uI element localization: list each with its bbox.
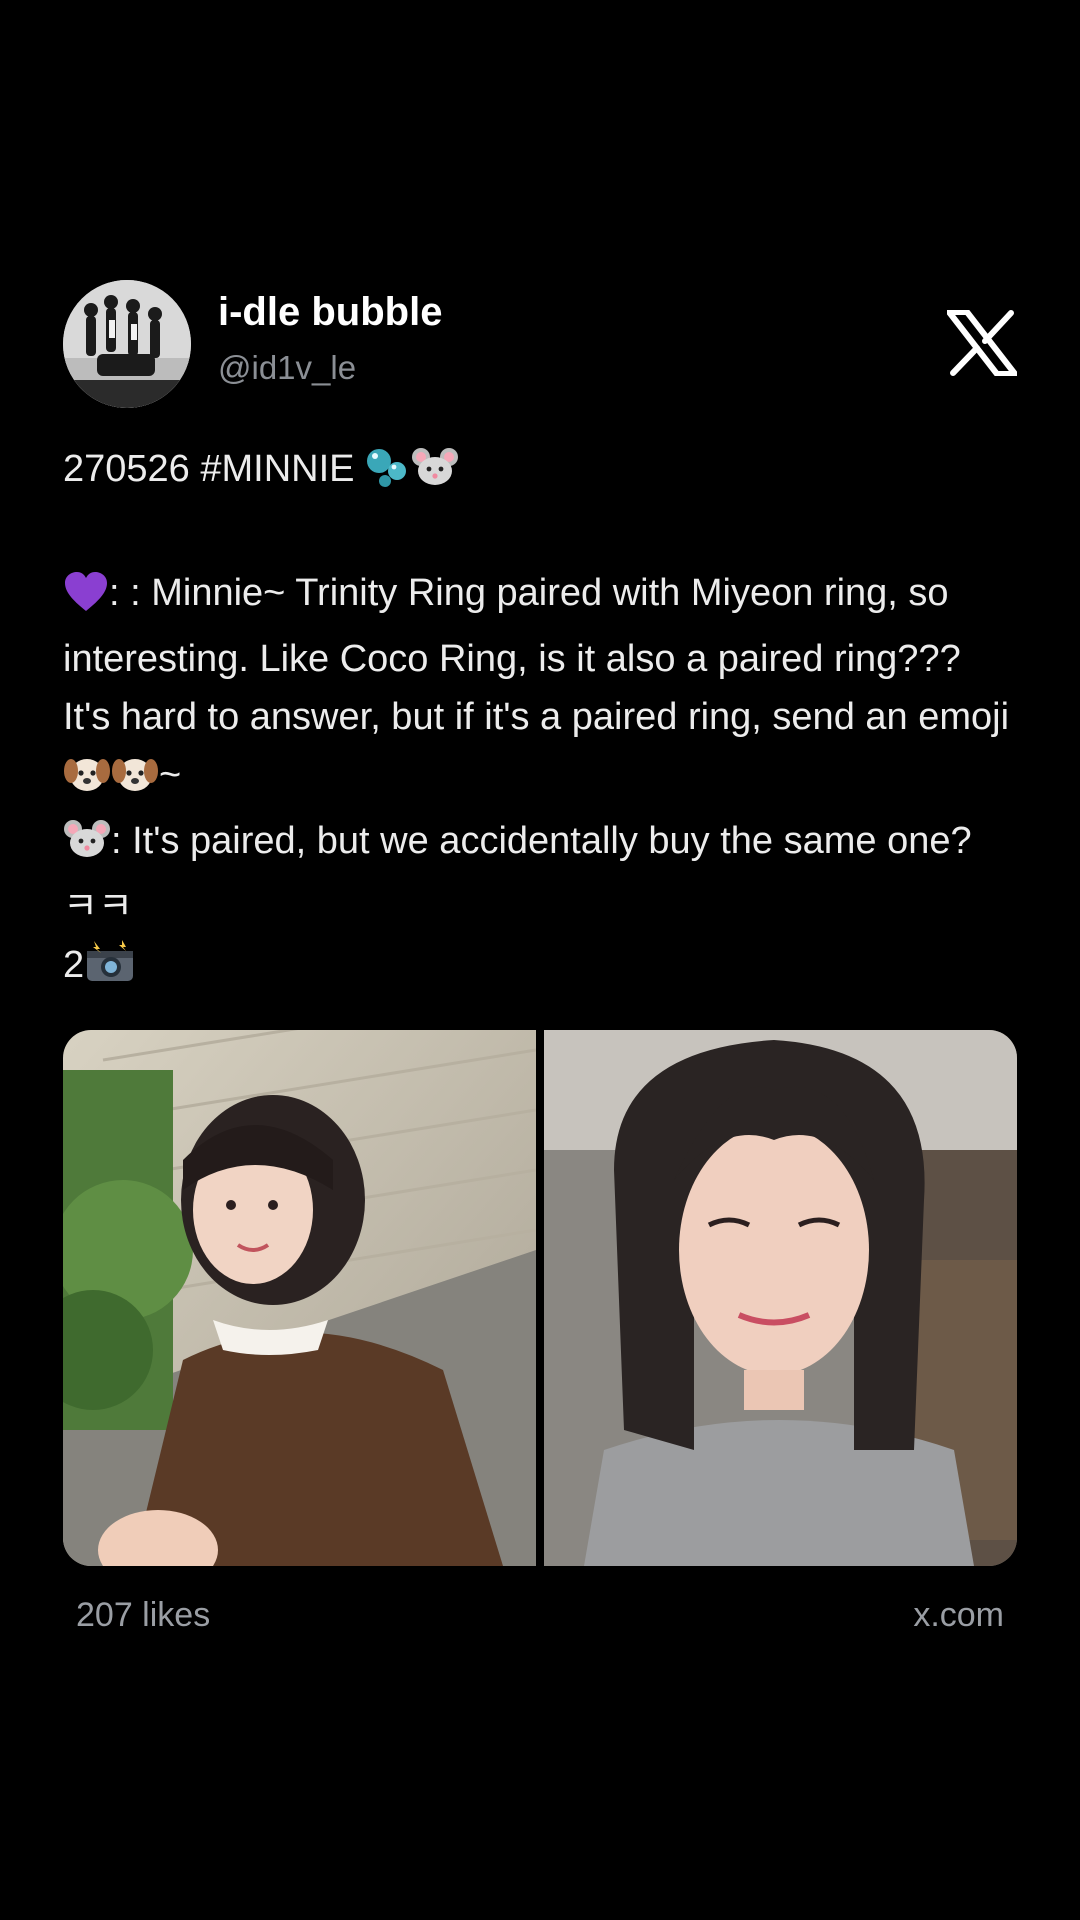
tweet-card[interactable]: i-dle bubble @id1v_le 270526 #MINNIE : :… (63, 280, 1018, 1566)
purple-heart-emoji (63, 571, 109, 630)
tweet-header: i-dle bubble @id1v_le (63, 280, 1018, 408)
media-grid (63, 1030, 1017, 1566)
dog-face-emoji (111, 751, 159, 812)
x-logo-icon[interactable] (946, 309, 1018, 377)
photo-2[interactable] (544, 1030, 1017, 1566)
camera-flash-emoji (84, 939, 136, 1002)
bubbles-emoji (365, 445, 411, 506)
mouse-face-emoji (411, 445, 459, 506)
tweet-line-tilde: ~ (159, 754, 182, 796)
account-handle[interactable]: @id1v_le (218, 346, 442, 390)
likes-count[interactable]: 207 likes (76, 1596, 210, 1635)
tweet-line-answer: : It's paired, but we accidentally buy t… (63, 820, 983, 928)
tweet-footer: 207 likes x.com (76, 1596, 1004, 1635)
tweet-body: 270526 #MINNIE : : Minnie~ Trinity Ring … (63, 440, 1017, 1002)
photo-1[interactable] (63, 1030, 536, 1566)
display-name[interactable]: i-dle bubble (218, 288, 442, 336)
mouse-face-emoji (63, 817, 111, 878)
avatar[interactable] (63, 280, 191, 408)
tweet-line-date: 270526 #MINNIE (63, 448, 366, 490)
source-link[interactable]: x.com (913, 1596, 1004, 1635)
account-names: i-dle bubble @id1v_le (218, 288, 442, 390)
tweet-line-count: 2 (63, 944, 85, 986)
tweet-line-question: : : Minnie~ Trinity Ring paired with Miy… (63, 572, 1020, 738)
dog-face-emoji (63, 751, 111, 812)
